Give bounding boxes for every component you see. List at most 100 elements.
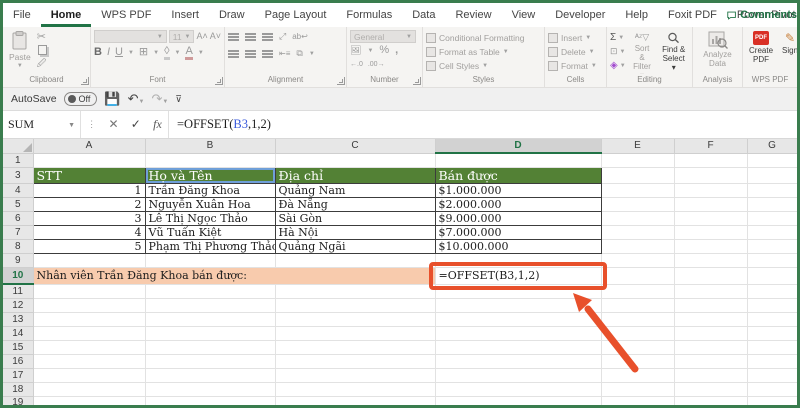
comments-button[interactable]: Comments: [727, 3, 797, 27]
cell-B8[interactable]: Phạm Thị Phương Thảo: [145, 239, 275, 253]
cell-F16[interactable]: [674, 354, 747, 368]
cell-E14[interactable]: [601, 326, 674, 340]
save-icon[interactable]: 💾: [104, 91, 120, 107]
cell-styles-button[interactable]: Cell Styles▼: [426, 59, 541, 72]
create-pdf-button[interactable]: PDF CreatePDF: [746, 30, 776, 74]
row-header-16[interactable]: 16: [3, 354, 33, 368]
cell-G11[interactable]: [747, 284, 797, 298]
cell-D7[interactable]: $7.000.000: [435, 225, 601, 239]
cell-G17[interactable]: [747, 368, 797, 382]
orientation-icon[interactable]: ⤢: [279, 31, 286, 42]
cell-E11[interactable]: [601, 284, 674, 298]
align-center-icon[interactable]: [245, 50, 256, 52]
cell-G9[interactable]: [747, 253, 797, 267]
copy-icon[interactable]: [38, 45, 47, 55]
underline-button[interactable]: U: [115, 47, 123, 58]
cell-C3[interactable]: Địa chỉ: [275, 167, 435, 183]
cell-A8[interactable]: 5: [33, 239, 145, 253]
cell-C16[interactable]: [275, 354, 435, 368]
comma-style-icon[interactable]: ,: [395, 45, 398, 56]
cell-D15[interactable]: [435, 340, 601, 354]
align-top-icon[interactable]: [228, 33, 239, 35]
cell-D14[interactable]: [435, 326, 601, 340]
row-header-18[interactable]: 18: [3, 382, 33, 396]
tab-foxit-pdf[interactable]: Foxit PDF: [658, 3, 727, 27]
cell-D5[interactable]: $2.000.000: [435, 197, 601, 211]
cell-A4[interactable]: 1: [33, 183, 145, 197]
cell-D12[interactable]: [435, 298, 601, 312]
cancel-entry-button[interactable]: ✕: [108, 117, 118, 132]
cell-B15[interactable]: [145, 340, 275, 354]
sign-button[interactable]: ✎ Sign: [779, 30, 797, 74]
font-color-icon[interactable]: A: [185, 46, 192, 60]
tab-file[interactable]: File: [3, 3, 41, 27]
cell-G3[interactable]: [747, 167, 797, 183]
tab-page-layout[interactable]: Page Layout: [255, 3, 337, 27]
cell-B11[interactable]: [145, 284, 275, 298]
cell-A13[interactable]: [33, 312, 145, 326]
cell-D18[interactable]: [435, 382, 601, 396]
row-header-9[interactable]: 9: [3, 253, 33, 267]
row-header-17[interactable]: 17: [3, 368, 33, 382]
number-format-select[interactable]: General▼: [350, 30, 416, 43]
cell-F18[interactable]: [674, 382, 747, 396]
cell-B18[interactable]: [145, 382, 275, 396]
tab-developer[interactable]: Developer: [545, 3, 615, 27]
cell-D3[interactable]: Bán được: [435, 167, 601, 183]
cell-E12[interactable]: [601, 298, 674, 312]
cell-C13[interactable]: [275, 312, 435, 326]
cell-E10[interactable]: [601, 267, 674, 284]
column-header-F[interactable]: F: [674, 139, 747, 153]
cell-G16[interactable]: [747, 354, 797, 368]
cell-D1[interactable]: [435, 153, 601, 167]
result-label-cell-A10[interactable]: Nhân viên Trần Đăng Khoa bán được:: [33, 267, 435, 284]
tab-data[interactable]: Data: [402, 3, 445, 27]
cell-G10[interactable]: [747, 267, 797, 284]
cell-F9[interactable]: [674, 253, 747, 267]
cell-C8[interactable]: Quảng Ngãi: [275, 239, 435, 253]
tab-view[interactable]: View: [502, 3, 546, 27]
cell-C18[interactable]: [275, 382, 435, 396]
fill-color-icon[interactable]: ◊: [164, 46, 169, 60]
cell-A16[interactable]: [33, 354, 145, 368]
bold-button[interactable]: B: [94, 47, 102, 58]
tab-review[interactable]: Review: [445, 3, 501, 27]
undo-icon[interactable]: ↶▼: [128, 91, 145, 107]
tab-draw[interactable]: Draw: [209, 3, 255, 27]
cell-B12[interactable]: [145, 298, 275, 312]
fill-color-dropdown[interactable]: ▼: [175, 50, 181, 56]
redo-icon[interactable]: ↷▼: [151, 91, 168, 107]
cell-D4[interactable]: $1.000.000: [435, 183, 601, 197]
alignment-dialog-launcher[interactable]: [337, 77, 345, 85]
number-dialog-launcher[interactable]: [413, 77, 421, 85]
align-middle-icon[interactable]: [245, 33, 256, 35]
cell-E7[interactable]: [601, 225, 674, 239]
cell-B16[interactable]: [145, 354, 275, 368]
increase-decimal-icon[interactable]: ←.0: [350, 59, 363, 70]
clipboard-dialog-launcher[interactable]: [81, 77, 89, 85]
cell-F14[interactable]: [674, 326, 747, 340]
cell-B7[interactable]: Vũ Tuấn Kiệt: [145, 225, 275, 239]
font-dialog-launcher[interactable]: [215, 77, 223, 85]
cell-F5[interactable]: [674, 197, 747, 211]
paste-button[interactable]: Paste▼: [6, 30, 34, 74]
format-as-table-button[interactable]: Format as Table▼: [426, 45, 541, 58]
cell-E4[interactable]: [601, 183, 674, 197]
cell-C17[interactable]: [275, 368, 435, 382]
column-header-B[interactable]: B: [145, 139, 275, 153]
clear-icon[interactable]: ◈: [610, 60, 618, 71]
cell-G13[interactable]: [747, 312, 797, 326]
cell-D8[interactable]: $10.000.000: [435, 239, 601, 253]
cell-G12[interactable]: [747, 298, 797, 312]
cell-E3[interactable]: [601, 167, 674, 183]
cell-F6[interactable]: [674, 211, 747, 225]
format-painter-icon[interactable]: 🖉: [37, 58, 47, 69]
tab-help[interactable]: Help: [615, 3, 658, 27]
row-header-15[interactable]: 15: [3, 340, 33, 354]
cell-D16[interactable]: [435, 354, 601, 368]
cell-E18[interactable]: [601, 382, 674, 396]
delete-cells-button[interactable]: Delete▼: [548, 45, 603, 58]
cell-C1[interactable]: [275, 153, 435, 167]
formula-cell-D10[interactable]: =OFFSET(B3,1,2): [435, 267, 601, 284]
cell-A17[interactable]: [33, 368, 145, 382]
